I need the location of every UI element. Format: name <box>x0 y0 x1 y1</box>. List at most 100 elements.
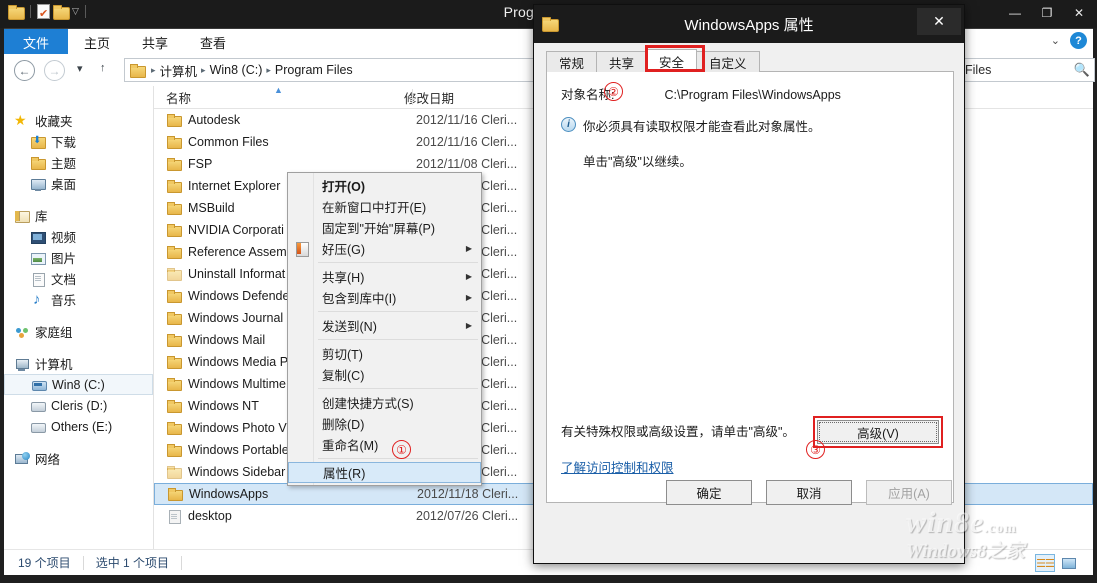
annotation-marker-3: ③ <box>806 440 825 459</box>
music-icon <box>30 291 46 308</box>
item-count-label: 19 个项目 <box>18 556 71 570</box>
search-input[interactable]: Files 🔍 <box>960 58 1095 82</box>
network-icon <box>14 451 30 467</box>
tab-home[interactable]: 主页 <box>68 29 126 55</box>
system-drive-icon <box>31 377 47 393</box>
sidebar-item-cleris-d-label: Cleris (D:) <box>51 398 108 413</box>
maximize-button[interactable]: ❐ <box>1031 2 1063 24</box>
forward-button[interactable]: → <box>44 60 65 81</box>
menu-item-haozip[interactable]: 好压(G) ▶ <box>288 238 481 259</box>
menu-item-rename[interactable]: 重命名(M) <box>288 434 481 455</box>
menu-separator <box>318 262 478 263</box>
folder-icon <box>166 288 182 304</box>
file-name-cell: Autodesk <box>166 112 416 128</box>
tab-sharing[interactable]: 共享 <box>596 51 648 72</box>
computer-icon <box>14 356 30 372</box>
window-controls: — ❐ ✕ <box>999 2 1095 24</box>
sidebar-item-others-e[interactable]: Others (E:) <box>4 416 153 437</box>
menu-item-cut[interactable]: 剪切(T) <box>288 343 481 364</box>
chevron-down-icon[interactable]: ⌄ <box>1051 34 1060 47</box>
tab-file[interactable]: 文件 <box>4 29 69 55</box>
file-name-text: Internet Explorer <box>188 179 281 193</box>
folder-icon <box>166 332 182 348</box>
advanced-button-highlight: 高级(V) <box>813 416 943 448</box>
ok-button[interactable]: 确定 <box>666 479 752 505</box>
view-mode-buttons: ☰☰ <box>1035 554 1079 572</box>
menu-item-include-in-library[interactable]: 包含到库中(I) ▶ <box>288 287 481 308</box>
up-button[interactable]: ↑ <box>100 62 106 74</box>
breadcrumb-item-program-files[interactable]: Program Files <box>275 63 353 77</box>
sidebar-item-downloads[interactable]: 下载 <box>4 131 153 152</box>
menu-item-haozip-label: 好压(G) <box>322 243 366 257</box>
sidebar-item-homegroup[interactable]: 家庭组 <box>4 321 153 342</box>
folder-icon <box>166 376 182 392</box>
sidebar-item-network[interactable]: 网络 <box>4 448 153 469</box>
navigation-pane[interactable]: 收藏夹 下载 主题 桌面 库 <box>4 86 154 549</box>
column-divider[interactable] <box>412 89 413 105</box>
menu-item-send-to[interactable]: 发送到(N) ▶ <box>288 315 481 336</box>
submenu-arrow-icon: ▶ <box>465 272 472 281</box>
folder-icon <box>166 244 182 260</box>
menu-item-share[interactable]: 共享(H) ▶ <box>288 266 481 287</box>
cancel-button[interactable]: 取消 <box>766 479 852 505</box>
menu-item-share-label: 共享(H) <box>322 271 365 285</box>
folder-icon <box>166 134 182 150</box>
dialog-close-button[interactable]: ✕ <box>917 8 961 35</box>
sidebar-group-computer[interactable]: 计算机 <box>4 353 153 374</box>
breadcrumb-item-win8c[interactable]: Win8 (C:) <box>210 63 263 77</box>
folder-icon <box>166 200 182 216</box>
sidebar-item-desktop[interactable]: 桌面 <box>4 173 153 194</box>
minimize-button[interactable]: — <box>999 2 1031 24</box>
security-tab-panel: 对象名称: C:\Program Files\WindowsApps i 你必须… <box>546 71 954 503</box>
sidebar-item-documents[interactable]: 文档 <box>4 268 153 289</box>
sidebar-item-music[interactable]: 音乐 <box>4 289 153 310</box>
tab-share[interactable]: 共享 <box>126 29 184 55</box>
menu-item-delete[interactable]: 删除(D) <box>288 413 481 434</box>
details-view-button[interactable]: ☰☰ <box>1035 554 1055 572</box>
sidebar-item-videos[interactable]: 视频 <box>4 226 153 247</box>
sidebar-group-favorites[interactable]: 收藏夹 <box>4 110 153 131</box>
menu-item-open[interactable]: 打开(O) <box>288 175 481 196</box>
file-name-text: Windows Sidebar <box>188 465 286 479</box>
file-name-text: Windows Media P <box>188 355 289 369</box>
sidebar-group-libraries[interactable]: 库 <box>4 205 153 226</box>
advanced-button[interactable]: 高级(V) <box>817 420 939 444</box>
context-menu[interactable]: 打开(O) 在新窗口中打开(E) 固定到"开始"屏幕(P) 好压(G) ▶ 共享… <box>287 172 482 486</box>
permission-info-block: i 你必须具有读取权限才能查看此对象属性。 单击"高级"以继续。 <box>561 116 941 170</box>
status-divider-2 <box>181 555 183 570</box>
help-icon[interactable]: ? <box>1070 32 1087 49</box>
menu-item-copy[interactable]: 复制(C) <box>288 364 481 385</box>
recent-locations-button[interactable]: ▾ <box>77 62 83 75</box>
screenshot-root: ▽ Program Files — ❐ ✕ 文件 主页 共享 查看 ⌄ ? <box>0 0 1097 583</box>
menu-item-create-shortcut-label: 创建快捷方式(S) <box>322 397 414 411</box>
sidebar-item-cleris-d[interactable]: Cleris (D:) <box>4 395 153 416</box>
homegroup-icon <box>14 324 30 340</box>
large-icons-view-button[interactable] <box>1059 554 1079 572</box>
menu-item-rename-label: 重命名(M) <box>322 439 379 453</box>
search-icon[interactable]: 🔍 <box>1074 62 1090 78</box>
menu-item-open-new-window[interactable]: 在新窗口中打开(E) <box>288 196 481 217</box>
tab-customize[interactable]: 自定义 <box>696 51 760 72</box>
menu-item-create-shortcut[interactable]: 创建快捷方式(S) <box>288 392 481 413</box>
menu-item-pin-to-start[interactable]: 固定到"开始"屏幕(P) <box>288 217 481 238</box>
tab-view[interactable]: 查看 <box>184 29 242 55</box>
sidebar-group-favorites-label: 收藏夹 <box>35 115 73 129</box>
menu-item-properties[interactable]: 属性(R) <box>288 462 481 483</box>
sidebar-item-pictures[interactable]: 图片 <box>4 247 153 268</box>
sidebar-item-themes[interactable]: 主题 <box>4 152 153 173</box>
tab-general[interactable]: 常规 <box>546 51 598 72</box>
file-name-text: Autodesk <box>188 113 241 127</box>
tab-security[interactable]: 安全 <box>646 49 698 72</box>
breadcrumb-item-computer[interactable]: 计算机 <box>160 61 198 80</box>
file-name-text: MSBuild <box>188 201 235 215</box>
submenu-arrow-icon: ▶ <box>465 321 472 330</box>
apply-button: 应用(A) <box>866 479 952 505</box>
submenu-arrow-icon: ▶ <box>465 244 472 253</box>
menu-item-cut-label: 剪切(T) <box>322 348 363 362</box>
back-button[interactable]: ← <box>14 60 35 81</box>
annotation-marker-2: ② <box>604 82 623 101</box>
sidebar-item-win8-c[interactable]: Win8 (C:) <box>4 374 153 395</box>
close-button[interactable]: ✕ <box>1063 2 1095 24</box>
